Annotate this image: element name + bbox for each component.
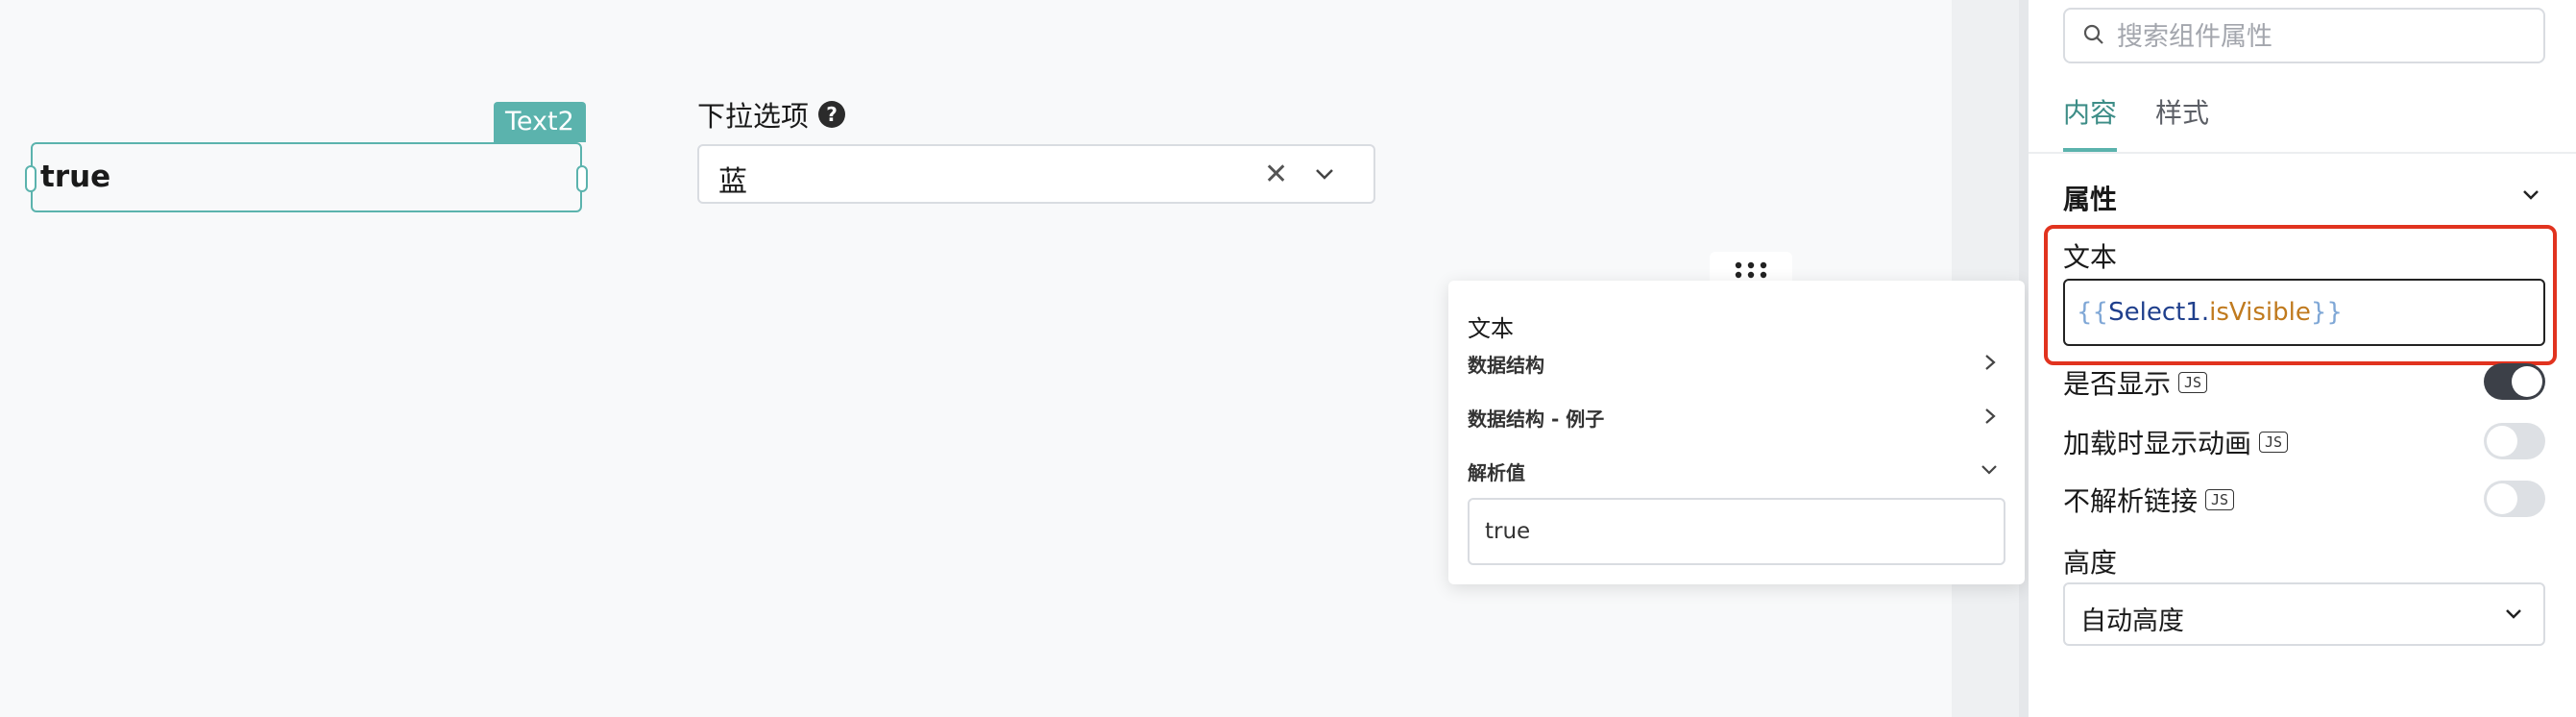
property-search[interactable] [2063, 8, 2545, 63]
property-panel: 内容 样式 属性 文本 {{Select1.isVisible}} 是否显示 J… [2029, 0, 2576, 717]
code-property: isVisible [2209, 298, 2311, 327]
help-icon[interactable]: ? [818, 101, 846, 128]
code-close-brace: }} [2310, 298, 2343, 327]
toggle-knob [2487, 426, 2517, 457]
select-label: 下拉选项 ? [697, 94, 846, 135]
toggle-knob [2512, 366, 2542, 397]
popup-row-label: 数据结构 - 例子 [1468, 408, 1605, 431]
toggle-label: 加载时显示动画 [2063, 428, 2252, 459]
chevron-right-icon [1981, 406, 2000, 433]
height-label: 高度 [2063, 547, 2118, 579]
select-widget[interactable]: 蓝 ✕ [697, 144, 1375, 204]
section-properties[interactable]: 属性 [2063, 179, 2543, 217]
clear-icon[interactable]: ✕ [1264, 158, 1288, 191]
evaluated-value: true [1485, 519, 1531, 544]
toggle-label: 不解析链接 [2063, 485, 2199, 517]
visible-toggle[interactable] [2484, 363, 2545, 400]
disable-links-toggle[interactable] [2484, 481, 2545, 517]
popup-row-label: 解析值 [1468, 461, 1525, 484]
popup-row-evaluated[interactable]: 解析值 [1468, 457, 2005, 486]
section-title: 属性 [2063, 184, 2118, 215]
js-badge[interactable]: JS [2259, 432, 2289, 453]
search-input[interactable] [2115, 17, 2532, 56]
text-widget-value: true [40, 160, 111, 194]
text-code-editor[interactable]: {{Select1.isVisible}} [2063, 279, 2545, 346]
resize-handle-left[interactable] [25, 165, 36, 192]
toggle-knob [2487, 483, 2517, 514]
toggle-row-visible: 是否显示 JS [2063, 363, 2545, 402]
select-value: 蓝 [718, 165, 747, 199]
chevron-down-icon [2501, 602, 2526, 630]
select-label-text: 下拉选项 [697, 100, 810, 133]
chevron-down-icon[interactable] [1310, 160, 1339, 192]
tabs-divider [2029, 152, 2576, 154]
search-icon [2082, 23, 2105, 50]
popup-row-data-example[interactable]: 数据结构 - 例子 [1468, 404, 2005, 433]
widget-name-tag[interactable]: Text2 [494, 102, 586, 142]
toggle-label: 是否显示 [2063, 368, 2172, 400]
chevron-right-icon [1981, 352, 2000, 379]
popup-drag-handle[interactable] [1710, 252, 1792, 284]
height-select[interactable]: 自动高度 [2063, 582, 2545, 646]
loading-animation-toggle[interactable] [2484, 423, 2545, 459]
chevron-down-icon[interactable] [2518, 183, 2543, 214]
text-widget[interactable]: true [25, 142, 588, 212]
chevron-down-icon [1979, 459, 2000, 486]
toggle-row-loading-animation: 加载时显示动画 JS [2063, 423, 2545, 461]
height-select-value: 自动高度 [2080, 606, 2184, 636]
tab-style[interactable]: 样式 [2155, 92, 2209, 152]
popup-row-label: 数据结构 [1468, 354, 1544, 377]
tab-content[interactable]: 内容 [2063, 92, 2118, 152]
evaluated-value-popup: 文本 数据结构 数据结构 - 例子 解析值 true [1448, 281, 2025, 584]
code-object: Select1 [2108, 298, 2201, 327]
js-badge[interactable]: JS [2178, 372, 2208, 393]
text-field-label: 文本 [2063, 241, 2118, 273]
panel-tabs: 内容 样式 [2063, 92, 2209, 152]
popup-title: 文本 [1468, 315, 1514, 342]
toggle-row-disable-links: 不解析链接 JS [2063, 481, 2545, 519]
drag-dots-icon [1735, 261, 1767, 283]
resize-handle-right[interactable] [576, 165, 588, 192]
code-dot: . [2200, 298, 2210, 327]
evaluated-value-box: true [1468, 498, 2005, 565]
js-badge[interactable]: JS [2205, 489, 2235, 510]
code-open-brace: {{ [2077, 298, 2109, 327]
popup-row-data-structure[interactable]: 数据结构 [1468, 350, 2005, 379]
